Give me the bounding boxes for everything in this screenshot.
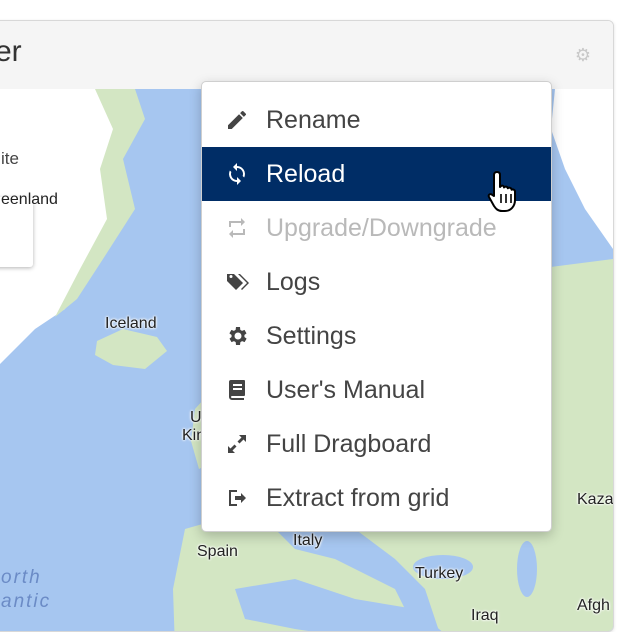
widget-header[interactable]: er ⚙: [0, 21, 613, 90]
map-label-ocean-2: antic: [1, 591, 52, 612]
menu-item-full-dragboard[interactable]: Full Dragboard: [202, 417, 551, 471]
map-type-label[interactable]: ite: [1, 149, 19, 169]
gear-icon: [224, 323, 250, 349]
map-label-greenland: eenland: [1, 191, 58, 208]
widget-title: er: [0, 35, 22, 68]
menu-item-label: Settings: [266, 321, 357, 350]
menu-item-label: Rename: [266, 105, 361, 134]
menu-item-settings[interactable]: Settings: [202, 309, 551, 363]
map-label-ocean-1: orth: [1, 567, 42, 588]
refresh-icon: [224, 161, 250, 187]
map-label-iraq: Iraq: [471, 607, 499, 624]
menu-item-extract-from-grid[interactable]: Extract from grid: [202, 471, 551, 525]
menu-item-label: Upgrade/Downgrade: [266, 213, 497, 242]
map-label-uk-1: U: [190, 409, 202, 426]
widget-context-menu: Rename Reload Upgrade/Downgrade Logs Set…: [201, 81, 552, 532]
hand-pointer-cursor-icon: [487, 171, 516, 212]
pencil-icon: [224, 107, 250, 133]
menu-item-label: Full Dragboard: [266, 429, 432, 458]
book-icon: [224, 377, 250, 403]
map-label-spain: Spain: [197, 543, 238, 560]
menu-item-label: Extract from grid: [266, 483, 450, 512]
gear-icon[interactable]: ⚙: [575, 45, 591, 65]
map-label-turkey: Turkey: [415, 565, 464, 582]
map-label-afghanistan: Afgh: [577, 597, 610, 614]
expand-icon: [224, 431, 250, 457]
menu-item-logs[interactable]: Logs: [202, 255, 551, 309]
sign-out-icon: [224, 485, 250, 511]
header-controls: ⚙: [575, 45, 591, 66]
menu-item-users-manual[interactable]: User's Manual: [202, 363, 551, 417]
retweet-icon: [224, 215, 250, 241]
map-label-kazakhstan: Kaza: [577, 491, 614, 508]
menu-item-label: User's Manual: [266, 375, 425, 404]
menu-item-label: Logs: [266, 267, 321, 296]
map-label-iceland: Iceland: [105, 315, 157, 332]
tags-icon: [224, 269, 250, 295]
menu-item-rename[interactable]: Rename: [202, 93, 551, 147]
menu-item-label: Reload: [266, 159, 346, 188]
map-label-italy: Italy: [293, 532, 323, 549]
